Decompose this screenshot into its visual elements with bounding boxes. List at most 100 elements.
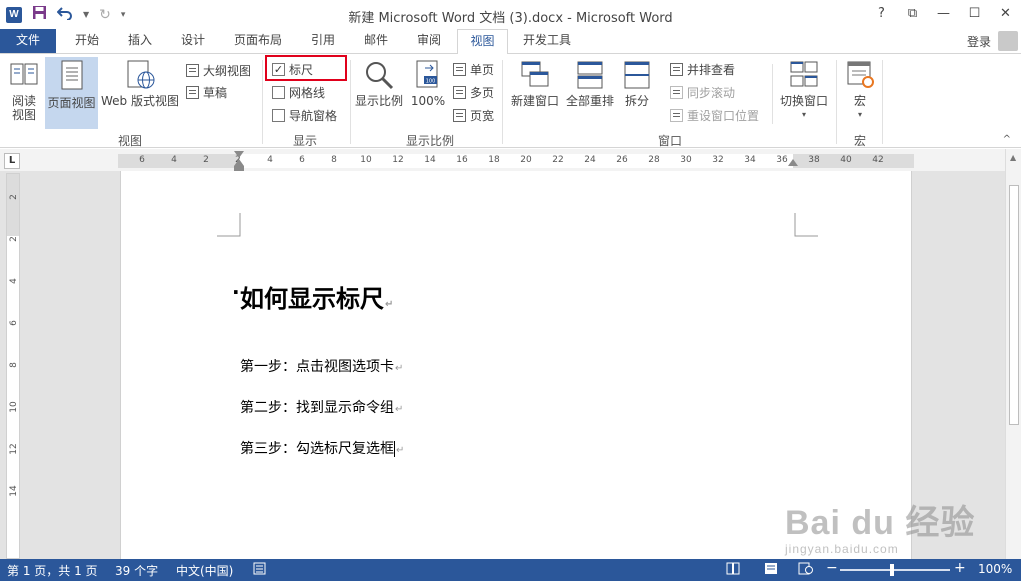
tab-review[interactable]: 审阅 — [404, 29, 454, 53]
zoom-out-button[interactable]: − — [826, 560, 838, 576]
print-layout-button[interactable]: 页面视图 — [45, 57, 98, 129]
zoom-100-button[interactable]: 100 100% — [408, 60, 448, 108]
vertical-ruler[interactable]: 2 2 4 6 8 10 12 14 — [6, 173, 20, 559]
tab-view[interactable]: 视图 — [457, 29, 508, 54]
tab-developer[interactable]: 开发工具 — [514, 29, 580, 53]
web-layout-view-icon[interactable] — [798, 562, 813, 578]
tab-insert[interactable]: 插入 — [115, 29, 165, 53]
ruler-tick-label: 8 — [9, 362, 19, 368]
zoom-slider-thumb[interactable] — [890, 564, 894, 576]
heading-bullet: · — [232, 280, 240, 304]
svg-text:100: 100 — [426, 79, 436, 85]
chevron-down-icon: ▾ — [801, 110, 806, 119]
first-line-indent-marker[interactable] — [234, 151, 244, 158]
zoom-slider[interactable] — [840, 569, 950, 571]
minimize-button[interactable]: — — [928, 3, 959, 25]
ruler-tick-label: 10 — [9, 401, 19, 413]
sign-in-link[interactable]: 登录 — [967, 33, 991, 50]
tab-mailings[interactable]: 邮件 — [351, 29, 401, 53]
ruler-bar: L 6 4 2 2 4 6 8 10 12 14 16 18 20 22 24 26 28 30 32 34 36 38 4… — [0, 149, 1021, 171]
page-width-icon — [453, 109, 466, 122]
view-side-by-side-button[interactable]: 并排查看 — [670, 61, 735, 78]
document-paragraph[interactable]: 第一步：点击视图选项卡↵ — [240, 356, 403, 376]
zoom-label: 显示比例 — [354, 94, 403, 108]
maximize-button[interactable]: ☐ — [959, 3, 990, 25]
ruler-checkbox[interactable]: ✓ 标尺 — [272, 61, 313, 78]
print-layout-view-icon[interactable] — [764, 562, 778, 578]
macros-button[interactable]: 宏 ▾ — [842, 60, 878, 122]
read-mode-view-icon[interactable] — [726, 562, 740, 578]
new-window-button[interactable]: 新建窗口 — [508, 60, 562, 108]
navigation-pane-checkbox[interactable]: 导航窗格 — [272, 107, 337, 124]
arrange-all-button[interactable]: 全部重排 — [564, 60, 616, 108]
language-indicator[interactable]: 中文(中国) — [176, 562, 233, 579]
draft-button[interactable]: 草稿 — [186, 84, 227, 101]
magnifier-icon — [366, 62, 394, 90]
outline-label: 大纲视图 — [203, 64, 252, 78]
synchronous-scrolling-button[interactable]: 同步滚动 — [670, 84, 735, 101]
word-count[interactable]: 39 个字 — [115, 562, 158, 579]
ruler-tick-label: 30 — [680, 155, 692, 165]
document-paragraph[interactable]: 第三步：勾选标尺复选框 ↵ — [240, 438, 404, 458]
right-indent-marker[interactable] — [788, 159, 798, 166]
reset-window-position-button[interactable]: 重设窗口位置 — [670, 107, 759, 124]
one-page-icon — [453, 63, 466, 76]
web-layout-button[interactable]: Web 版式视图 — [100, 60, 180, 108]
page-width-button[interactable]: 页宽 — [453, 107, 494, 124]
side-by-side-icon — [670, 63, 683, 76]
tab-references[interactable]: 引用 — [298, 29, 348, 53]
zoom-level[interactable]: 100% — [978, 562, 1012, 576]
outline-button[interactable]: 大纲视图 — [186, 62, 251, 79]
draft-label: 草稿 — [203, 86, 228, 100]
tab-file[interactable]: 文件 — [0, 29, 56, 53]
zoom-button[interactable]: 显示比例 — [353, 60, 405, 108]
scroll-up-icon[interactable]: ▲ — [1010, 153, 1016, 162]
margin-corner-mark — [217, 213, 241, 237]
ruler-tick-label: 2 — [203, 155, 209, 165]
draft-icon — [186, 86, 199, 99]
hanging-indent-marker[interactable] — [234, 159, 244, 166]
switch-windows-icon — [790, 61, 818, 87]
document-paragraph[interactable]: 第二步：找到显示命令组↵ — [240, 397, 403, 417]
ruler-tick-label: 18 — [488, 155, 500, 165]
read-mode-button[interactable]: 阅读 视图 — [4, 60, 44, 122]
group-separator — [502, 60, 503, 144]
multiple-pages-button[interactable]: 多页 — [453, 84, 494, 101]
ribbon-display-options-button[interactable]: ⧉ — [897, 3, 928, 25]
ruler-tick-label: 4 — [9, 278, 19, 284]
switch-windows-button[interactable]: 切换窗口 ▾ — [776, 60, 832, 122]
checkbox-unchecked-icon — [272, 109, 285, 122]
zoom-100-label: 100% — [410, 94, 446, 108]
margin-corner-mark — [794, 213, 818, 237]
close-button[interactable]: ✕ — [990, 3, 1021, 25]
split-button[interactable]: 拆分 — [620, 60, 654, 108]
scrollbar-thumb[interactable] — [1009, 185, 1019, 425]
page-width-label: 页宽 — [470, 109, 495, 123]
ruler-tick-label: 28 — [648, 155, 660, 165]
tab-selector-button[interactable]: L — [4, 153, 20, 169]
paragraph-mark: ↵ — [395, 363, 404, 374]
web-layout-icon — [127, 60, 155, 89]
sync-scroll-icon — [670, 86, 683, 99]
navigation-pane-label: 导航窗格 — [289, 109, 338, 123]
reset-position-icon — [670, 109, 683, 122]
tab-design[interactable]: 设计 — [168, 29, 218, 53]
macro-recording-icon[interactable] — [253, 562, 266, 578]
group-label-views: 视图 — [117, 134, 142, 148]
help-button[interactable]: ? — [866, 3, 897, 25]
vertical-scrollbar[interactable]: ▲ — [1005, 149, 1021, 559]
gridlines-checkbox[interactable]: 网格线 — [272, 84, 325, 101]
document-heading[interactable]: 如何显示标尺↵ — [240, 279, 393, 314]
tab-home[interactable]: 开始 — [62, 29, 112, 53]
page-count[interactable]: 第 1 页，共 1 页 — [7, 562, 98, 579]
avatar[interactable] — [998, 31, 1018, 51]
heading-text: 如何显示标尺 — [240, 285, 384, 313]
paragraph-text: 第二步：找到显示命令组 — [240, 400, 394, 416]
collapse-ribbon-icon[interactable]: ^ — [1003, 134, 1011, 145]
checkbox-checked-icon: ✓ — [272, 63, 285, 76]
zoom-in-button[interactable]: + — [954, 560, 966, 576]
tab-layout[interactable]: 页面布局 — [225, 29, 291, 53]
macros-label: 宏 — [853, 94, 866, 108]
one-page-button[interactable]: 单页 — [453, 61, 494, 78]
print-layout-label: 页面视图 — [47, 96, 96, 110]
